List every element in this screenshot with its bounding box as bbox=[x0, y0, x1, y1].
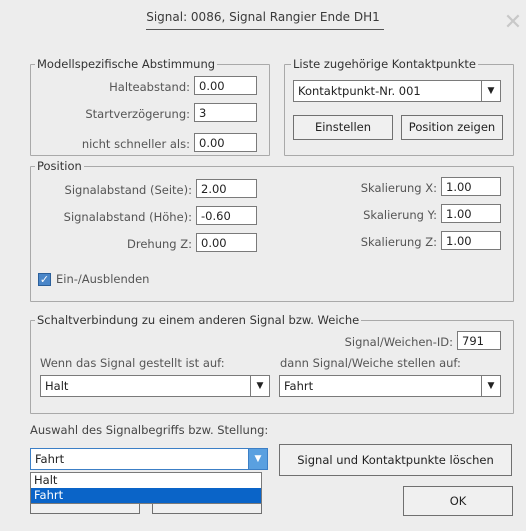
chevron-down-icon[interactable]: ▼ bbox=[250, 376, 269, 396]
kontaktpunkt-select[interactable]: Kontaktpunkt-Nr. 001 ▼ bbox=[293, 80, 501, 102]
nicht-schneller-label: nicht schneller als: bbox=[81, 137, 190, 151]
dann-select[interactable]: Fahrt ▼ bbox=[279, 375, 501, 397]
halteabstand-field[interactable]: 0.00 bbox=[194, 76, 257, 95]
skalierung-x-label: Skalierung X: bbox=[360, 181, 437, 195]
auswahl-select[interactable]: Fahrt ▼ bbox=[30, 448, 268, 470]
group-kontakt-legend: Liste zugehörige Kontaktpunkte bbox=[291, 57, 478, 71]
signal-dialog: Signal: 0086, Signal Rangier Ende DH1 ✕ … bbox=[0, 0, 526, 531]
startverzoegerung-label: Startverzögerung: bbox=[85, 107, 190, 121]
signalabstand-seite-field[interactable]: 2.00 bbox=[196, 179, 257, 198]
dann-select-value: Fahrt bbox=[284, 379, 314, 393]
startverzoegerung-field[interactable]: 3 bbox=[194, 103, 257, 122]
wenn-select-value: Halt bbox=[45, 379, 69, 393]
auswahl-dropdown-list: Halt Fahrt bbox=[30, 472, 262, 504]
loeschen-button[interactable]: Signal und Kontaktpunkte löschen bbox=[279, 444, 512, 476]
ok-button[interactable]: OK bbox=[403, 486, 513, 516]
signalabstand-hoehe-field[interactable]: -0.60 bbox=[196, 206, 257, 225]
weichen-id-field[interactable]: 791 bbox=[457, 331, 501, 350]
skalierung-z-label: Skalierung Z: bbox=[360, 235, 437, 249]
chevron-down-icon[interactable]: ▼ bbox=[248, 449, 267, 469]
dropdown-option-halt[interactable]: Halt bbox=[31, 473, 261, 488]
weichen-id-label: Signal/Weichen-ID: bbox=[344, 335, 453, 349]
window-title: Signal: 0086, Signal Rangier Ende DH1 bbox=[146, 10, 380, 24]
title-underline bbox=[146, 29, 384, 30]
wenn-select[interactable]: Halt ▼ bbox=[40, 375, 270, 397]
einstellen-button[interactable]: Einstellen bbox=[293, 115, 393, 140]
skalierung-y-field[interactable]: 1.00 bbox=[441, 204, 501, 223]
auswahl-label: Auswahl des Signalbegriffs bzw. Stellung… bbox=[30, 423, 269, 437]
group-position-legend: Position bbox=[35, 159, 84, 173]
dann-label: dann Signal/Weiche stellen auf: bbox=[280, 356, 461, 370]
chevron-down-icon[interactable]: ▼ bbox=[481, 376, 500, 396]
skalierung-z-field[interactable]: 1.00 bbox=[441, 231, 501, 250]
signalabstand-seite-label: Signalabstand (Seite): bbox=[64, 183, 192, 197]
kontaktpunkt-select-value: Kontaktpunkt-Nr. 001 bbox=[298, 84, 421, 98]
checkmark-icon: ✓ bbox=[39, 273, 50, 286]
einausblenden-checkbox[interactable]: ✓ bbox=[38, 273, 51, 286]
wenn-label: Wenn das Signal gestellt ist auf: bbox=[40, 356, 225, 370]
group-kontakt: Liste zugehörige Kontaktpunkte bbox=[284, 57, 514, 156]
chevron-down-icon[interactable]: ▼ bbox=[481, 81, 500, 101]
skalierung-x-field[interactable]: 1.00 bbox=[441, 177, 501, 196]
drehung-z-field[interactable]: 0.00 bbox=[196, 233, 257, 252]
auswahl-select-value: Fahrt bbox=[35, 452, 65, 466]
group-schaltverbindung-legend: Schaltverbindung zu einem anderen Signal… bbox=[35, 313, 362, 327]
group-modell-legend: Modellspezifische Abstimmung bbox=[35, 57, 218, 71]
signalabstand-hoehe-label: Signalabstand (Höhe): bbox=[63, 210, 192, 224]
drehung-z-label: Drehung Z: bbox=[127, 237, 192, 251]
close-icon[interactable]: ✕ bbox=[502, 12, 524, 34]
einausblenden-label: Ein-/Ausblenden bbox=[56, 272, 150, 286]
skalierung-y-label: Skalierung Y: bbox=[363, 208, 437, 222]
position-zeigen-button[interactable]: Position zeigen bbox=[401, 115, 503, 140]
halteabstand-label: Halteabstand: bbox=[109, 80, 190, 94]
title-bar: Signal: 0086, Signal Rangier Ende DH1 ✕ bbox=[0, 0, 526, 34]
dropdown-option-fahrt[interactable]: Fahrt bbox=[31, 488, 261, 503]
nicht-schneller-field[interactable]: 0.00 bbox=[194, 133, 257, 152]
